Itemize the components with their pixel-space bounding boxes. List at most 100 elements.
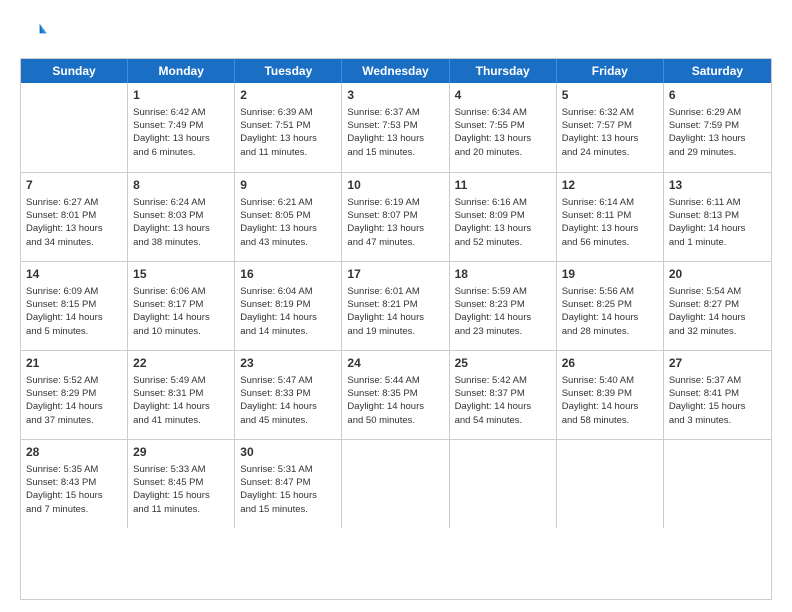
day-number: 21 [26,355,122,372]
day-number: 5 [562,87,658,104]
cell-info: Sunrise: 6:11 AM Sunset: 8:13 PM Dayligh… [669,196,766,249]
cell-info: Sunrise: 6:09 AM Sunset: 8:15 PM Dayligh… [26,285,122,338]
cell-info: Sunrise: 6:06 AM Sunset: 8:17 PM Dayligh… [133,285,229,338]
day-number: 29 [133,444,229,461]
calendar-cell: 19 Sunrise: 5:56 AM Sunset: 8:25 PM Dayli… [557,262,664,350]
cell-info: Sunrise: 6:37 AM Sunset: 7:53 PM Dayligh… [347,106,443,159]
header-day-friday: Friday [557,59,664,83]
calendar-cell: 10 Sunrise: 6:19 AM Sunset: 8:07 PM Dayli… [342,173,449,261]
day-number: 15 [133,266,229,283]
calendar-week-3: 14 Sunrise: 6:09 AM Sunset: 8:15 PM Dayli… [21,261,771,350]
cell-info: Sunrise: 6:27 AM Sunset: 8:01 PM Dayligh… [26,196,122,249]
calendar-cell: 7 Sunrise: 6:27 AM Sunset: 8:01 PM Daylig… [21,173,128,261]
calendar-cell: 2Sunrise: 6:39 AM Sunset: 7:51 PM Daylig… [235,83,342,172]
day-number: 12 [562,177,658,194]
calendar-cell: 14 Sunrise: 6:09 AM Sunset: 8:15 PM Dayli… [21,262,128,350]
calendar-body: 1 Sunrise: 6:42 AM Sunset: 7:49 PM Daylig… [21,83,771,528]
calendar-cell: 16 Sunrise: 6:04 AM Sunset: 8:19 PM Dayli… [235,262,342,350]
calendar-cell: 30 Sunrise: 5:31 AM Sunset: 8:47 PM Dayli… [235,440,342,528]
day-number: 30 [240,444,336,461]
calendar-cell: 28 Sunrise: 5:35 AM Sunset: 8:43 PM Dayli… [21,440,128,528]
cell-info: Sunrise: 5:49 AM Sunset: 8:31 PM Dayligh… [133,374,229,427]
day-number: 28 [26,444,122,461]
calendar-cell: 12 Sunrise: 6:14 AM Sunset: 8:11 PM Dayli… [557,173,664,261]
calendar-header: SundayMondayTuesdayWednesdayThursdayFrid… [21,59,771,83]
header-day-saturday: Saturday [664,59,771,83]
header-day-tuesday: Tuesday [235,59,342,83]
cell-info: Sunrise: 6:14 AM Sunset: 8:11 PM Dayligh… [562,196,658,249]
header-day-monday: Monday [128,59,235,83]
calendar-cell [342,440,449,528]
calendar-week-5: 28 Sunrise: 5:35 AM Sunset: 8:43 PM Dayli… [21,439,771,528]
calendar-cell: 1 Sunrise: 6:42 AM Sunset: 7:49 PM Daylig… [128,83,235,172]
day-number: 3 [347,87,443,104]
calendar-cell: 21 Sunrise: 5:52 AM Sunset: 8:29 PM Dayli… [21,351,128,439]
day-number: 24 [347,355,443,372]
page: SundayMondayTuesdayWednesdayThursdayFrid… [0,0,792,612]
cell-info: Sunrise: 5:59 AM Sunset: 8:23 PM Dayligh… [455,285,551,338]
cell-info: Sunrise: 5:31 AM Sunset: 8:47 PM Dayligh… [240,463,336,516]
calendar-cell [21,83,128,172]
cell-info: Sunrise: 5:52 AM Sunset: 8:29 PM Dayligh… [26,374,122,427]
day-number: 8 [133,177,229,194]
cell-info: Sunrise: 6:01 AM Sunset: 8:21 PM Dayligh… [347,285,443,338]
calendar-cell: 11Sunrise: 6:16 AM Sunset: 8:09 PM Dayli… [450,173,557,261]
header-day-wednesday: Wednesday [342,59,449,83]
day-number: 7 [26,177,122,194]
day-number: 17 [347,266,443,283]
cell-info: Sunrise: 5:44 AM Sunset: 8:35 PM Dayligh… [347,374,443,427]
day-number: 4 [455,87,551,104]
day-number: 10 [347,177,443,194]
logo [20,18,52,46]
day-number: 11 [455,177,551,194]
cell-info: Sunrise: 6:42 AM Sunset: 7:49 PM Dayligh… [133,106,229,159]
calendar-cell: 5Sunrise: 6:32 AM Sunset: 7:57 PM Daylig… [557,83,664,172]
header-day-thursday: Thursday [450,59,557,83]
calendar-cell: 23Sunrise: 5:47 AM Sunset: 8:33 PM Dayli… [235,351,342,439]
day-number: 14 [26,266,122,283]
calendar-cell: 22 Sunrise: 5:49 AM Sunset: 8:31 PM Dayli… [128,351,235,439]
calendar-cell: 3 Sunrise: 6:37 AM Sunset: 7:53 PM Daylig… [342,83,449,172]
day-number: 13 [669,177,766,194]
calendar-cell: 13 Sunrise: 6:11 AM Sunset: 8:13 PM Dayli… [664,173,771,261]
day-number: 23 [240,355,336,372]
cell-info: Sunrise: 6:29 AM Sunset: 7:59 PM Dayligh… [669,106,766,159]
cell-info: Sunrise: 6:21 AM Sunset: 8:05 PM Dayligh… [240,196,336,249]
day-number: 26 [562,355,658,372]
calendar-cell [664,440,771,528]
calendar-week-2: 7 Sunrise: 6:27 AM Sunset: 8:01 PM Daylig… [21,172,771,261]
day-number: 18 [455,266,551,283]
calendar-cell: 9 Sunrise: 6:21 AM Sunset: 8:05 PM Daylig… [235,173,342,261]
calendar-week-4: 21 Sunrise: 5:52 AM Sunset: 8:29 PM Dayli… [21,350,771,439]
cell-info: Sunrise: 6:04 AM Sunset: 8:19 PM Dayligh… [240,285,336,338]
calendar-cell: 17 Sunrise: 6:01 AM Sunset: 8:21 PM Dayli… [342,262,449,350]
calendar-cell: 25 Sunrise: 5:42 AM Sunset: 8:37 PM Dayli… [450,351,557,439]
cell-info: Sunrise: 5:35 AM Sunset: 8:43 PM Dayligh… [26,463,122,516]
calendar-cell: 29 Sunrise: 5:33 AM Sunset: 8:45 PM Dayli… [128,440,235,528]
cell-info: Sunrise: 6:19 AM Sunset: 8:07 PM Dayligh… [347,196,443,249]
cell-info: Sunrise: 5:56 AM Sunset: 8:25 PM Dayligh… [562,285,658,338]
calendar-cell: 4 Sunrise: 6:34 AM Sunset: 7:55 PM Daylig… [450,83,557,172]
day-number: 16 [240,266,336,283]
day-number: 22 [133,355,229,372]
calendar: SundayMondayTuesdayWednesdayThursdayFrid… [20,58,772,600]
day-number: 25 [455,355,551,372]
cell-info: Sunrise: 5:33 AM Sunset: 8:45 PM Dayligh… [133,463,229,516]
calendar-cell: 26 Sunrise: 5:40 AM Sunset: 8:39 PM Dayli… [557,351,664,439]
logo-icon [20,18,48,46]
calendar-cell: 6Sunrise: 6:29 AM Sunset: 7:59 PM Daylig… [664,83,771,172]
calendar-cell [450,440,557,528]
calendar-cell [557,440,664,528]
day-number: 19 [562,266,658,283]
day-number: 27 [669,355,766,372]
calendar-cell: 18 Sunrise: 5:59 AM Sunset: 8:23 PM Dayli… [450,262,557,350]
day-number: 9 [240,177,336,194]
cell-info: Sunrise: 6:24 AM Sunset: 8:03 PM Dayligh… [133,196,229,249]
cell-info: Sunrise: 6:34 AM Sunset: 7:55 PM Dayligh… [455,106,551,159]
day-number: 20 [669,266,766,283]
cell-info: Sunrise: 5:54 AM Sunset: 8:27 PM Dayligh… [669,285,766,338]
day-number: 1 [133,87,229,104]
cell-info: Sunrise: 5:40 AM Sunset: 8:39 PM Dayligh… [562,374,658,427]
calendar-cell: 24 Sunrise: 5:44 AM Sunset: 8:35 PM Dayli… [342,351,449,439]
cell-info: Sunrise: 5:42 AM Sunset: 8:37 PM Dayligh… [455,374,551,427]
